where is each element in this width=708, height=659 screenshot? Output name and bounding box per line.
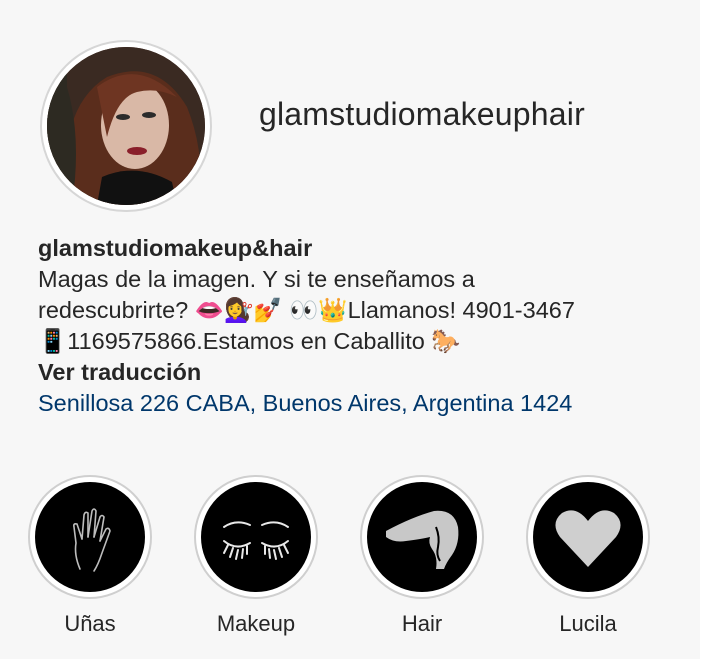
hair-silhouette-icon: [386, 510, 459, 569]
highlight-ring[interactable]: [526, 475, 650, 599]
highlight-hair[interactable]: Hair: [360, 475, 484, 637]
highlight-lucila[interactable]: Lucila: [526, 475, 650, 637]
eyelashes-icon: [223, 521, 289, 560]
profile-bio: glamstudiomakeup&hair Magas de la imagen…: [38, 233, 688, 419]
profile-username: glamstudiomakeuphair: [259, 96, 585, 132]
bio-line[interactable]: redescubrirte? 👄💇‍♀️💅 👀👑Llamanos! 4901-3…: [38, 295, 688, 326]
bio-line: 📱1169575866.Estamos en Caballito 🐎: [38, 328, 461, 354]
highlight-unas[interactable]: Uñas: [28, 475, 152, 637]
hand-nails-icon: [73, 508, 111, 572]
heart-icon: [555, 510, 621, 567]
story-highlights: Uñas Makeup Hair Lucila: [28, 475, 650, 637]
address-link[interactable]: Senillosa 226 CABA, Buenos Aires, Argent…: [38, 388, 688, 419]
highlight-ring[interactable]: [194, 475, 318, 599]
display-name: glamstudiomakeup&hair: [38, 235, 313, 261]
right-edge: [700, 0, 708, 659]
highlight-ring[interactable]: [360, 475, 484, 599]
bio-line: Magas de la imagen. Y si te enseñamos a: [38, 266, 475, 292]
avatar-photo: [47, 47, 205, 205]
highlight-label: Hair: [401, 611, 443, 636]
highlight-label: Lucila: [559, 611, 617, 636]
highlight-makeup[interactable]: Makeup: [194, 475, 318, 637]
highlight-label: Makeup: [216, 611, 296, 636]
profile-avatar[interactable]: [40, 40, 212, 212]
highlight-label: Uñas: [64, 611, 116, 636]
see-translation-link[interactable]: Ver traducción: [38, 357, 688, 388]
highlight-ring[interactable]: [28, 475, 152, 599]
